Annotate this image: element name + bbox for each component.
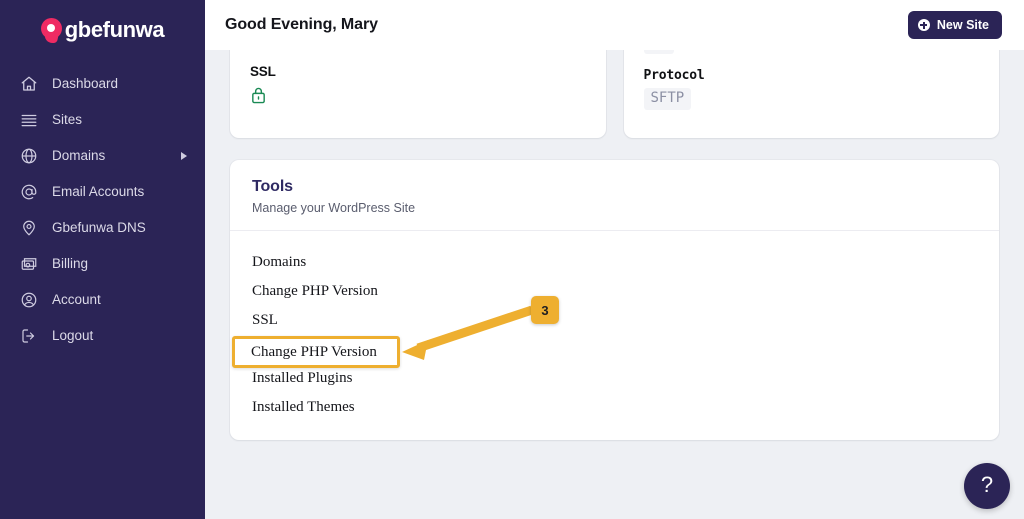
annotation-highlight-box: Change PHP Version [232, 336, 400, 368]
sidebar-item-dashboard[interactable]: Dashboard [0, 66, 205, 102]
list-icon [18, 109, 40, 131]
brand-name: gbefunwa [64, 17, 165, 42]
sidebar-item-label: Sites [52, 112, 83, 128]
tool-item-domains[interactable]: Domains [252, 248, 306, 277]
sidebar-item-billing[interactable]: Billing [0, 246, 205, 282]
tool-item-installed-themes[interactable]: Installed Themes [252, 393, 355, 422]
question-mark-icon: ? [980, 472, 994, 497]
sidebar-item-label: Dashboard [52, 76, 119, 92]
sidebar-item-domains[interactable]: Domains [0, 138, 205, 174]
sidebar-item-email-accounts[interactable]: Email Accounts [0, 174, 205, 210]
app-root: gbefunwa Dashboard Sites Domains Email A… [0, 0, 1024, 519]
tools-title: Tools [252, 178, 293, 195]
new-site-button-label: New Site [936, 18, 989, 32]
globe-icon [18, 145, 40, 167]
protocol-label: Protocol [643, 67, 705, 83]
new-site-button[interactable]: New Site [907, 11, 1002, 39]
tools-card: Tools Manage your WordPress Site Domains… [230, 160, 999, 440]
tool-item-change-php-version[interactable]: Change PHP Version [252, 277, 378, 306]
sidebar: gbefunwa Dashboard Sites Domains Email A… [0, 0, 205, 519]
page-title: Good Evening, Mary [225, 16, 378, 33]
port-protocol-card: Port 22 Protocol SFTP [623, 50, 999, 138]
logout-icon [18, 325, 40, 347]
sidebar-item-account[interactable]: Account [0, 282, 205, 318]
tools-card-header: Tools Manage your WordPress Site [230, 160, 999, 231]
annotation-step-badge: 3 [531, 296, 559, 324]
sidebar-item-sites[interactable]: Sites [0, 102, 205, 138]
tool-item-ssl[interactable]: SSL [252, 306, 278, 335]
sidebar-item-logout[interactable]: Logout [0, 318, 205, 354]
sidebar-item-label: Account [52, 292, 101, 308]
sidebar-nav: Dashboard Sites Domains Email Accounts G… [0, 66, 205, 354]
tools-subtitle: Manage your WordPress Site [252, 201, 416, 215]
port-value: 22 [643, 50, 675, 54]
protocol-value: SFTP [643, 87, 692, 110]
info-card-row: CDN active SSL Port 22 Protocol SFTP [230, 50, 999, 138]
plus-circle-icon [917, 19, 930, 31]
user-circle-icon [18, 289, 40, 311]
gbefunwa-logo-icon [40, 16, 67, 44]
help-button[interactable]: ? [964, 463, 1010, 509]
sidebar-item-label: Email Accounts [52, 184, 145, 200]
sidebar-item-label: Domains [52, 148, 106, 164]
sidebar-item-gbefunwa-dns[interactable]: Gbefunwa DNS [0, 210, 205, 246]
content-scroll-area[interactable]: CDN active SSL Port 22 Protocol SFTP [205, 50, 1024, 519]
main-content: Good Evening, Mary New Site CDN active S… [205, 0, 1024, 519]
map-pin-icon [18, 217, 40, 239]
sidebar-item-label: Gbefunwa DNS [52, 220, 146, 236]
chevron-right-icon[interactable] [181, 152, 187, 160]
banknote-icon [18, 253, 40, 275]
at-sign-icon [18, 181, 40, 203]
brand-logo[interactable]: gbefunwa [0, 0, 205, 56]
green-padlock-icon [250, 86, 586, 110]
tool-item-installed-plugins[interactable]: Installed Plugins [252, 364, 352, 393]
sidebar-item-label: Logout [52, 328, 94, 344]
top-bar: Good Evening, Mary New Site [205, 0, 1024, 50]
annotation-highlight-label: Change PHP Version [251, 343, 377, 360]
cdn-ssl-card: CDN active SSL [230, 50, 606, 138]
ssl-label: SSL [250, 64, 276, 79]
home-icon [18, 73, 40, 95]
sidebar-item-label: Billing [52, 256, 89, 272]
